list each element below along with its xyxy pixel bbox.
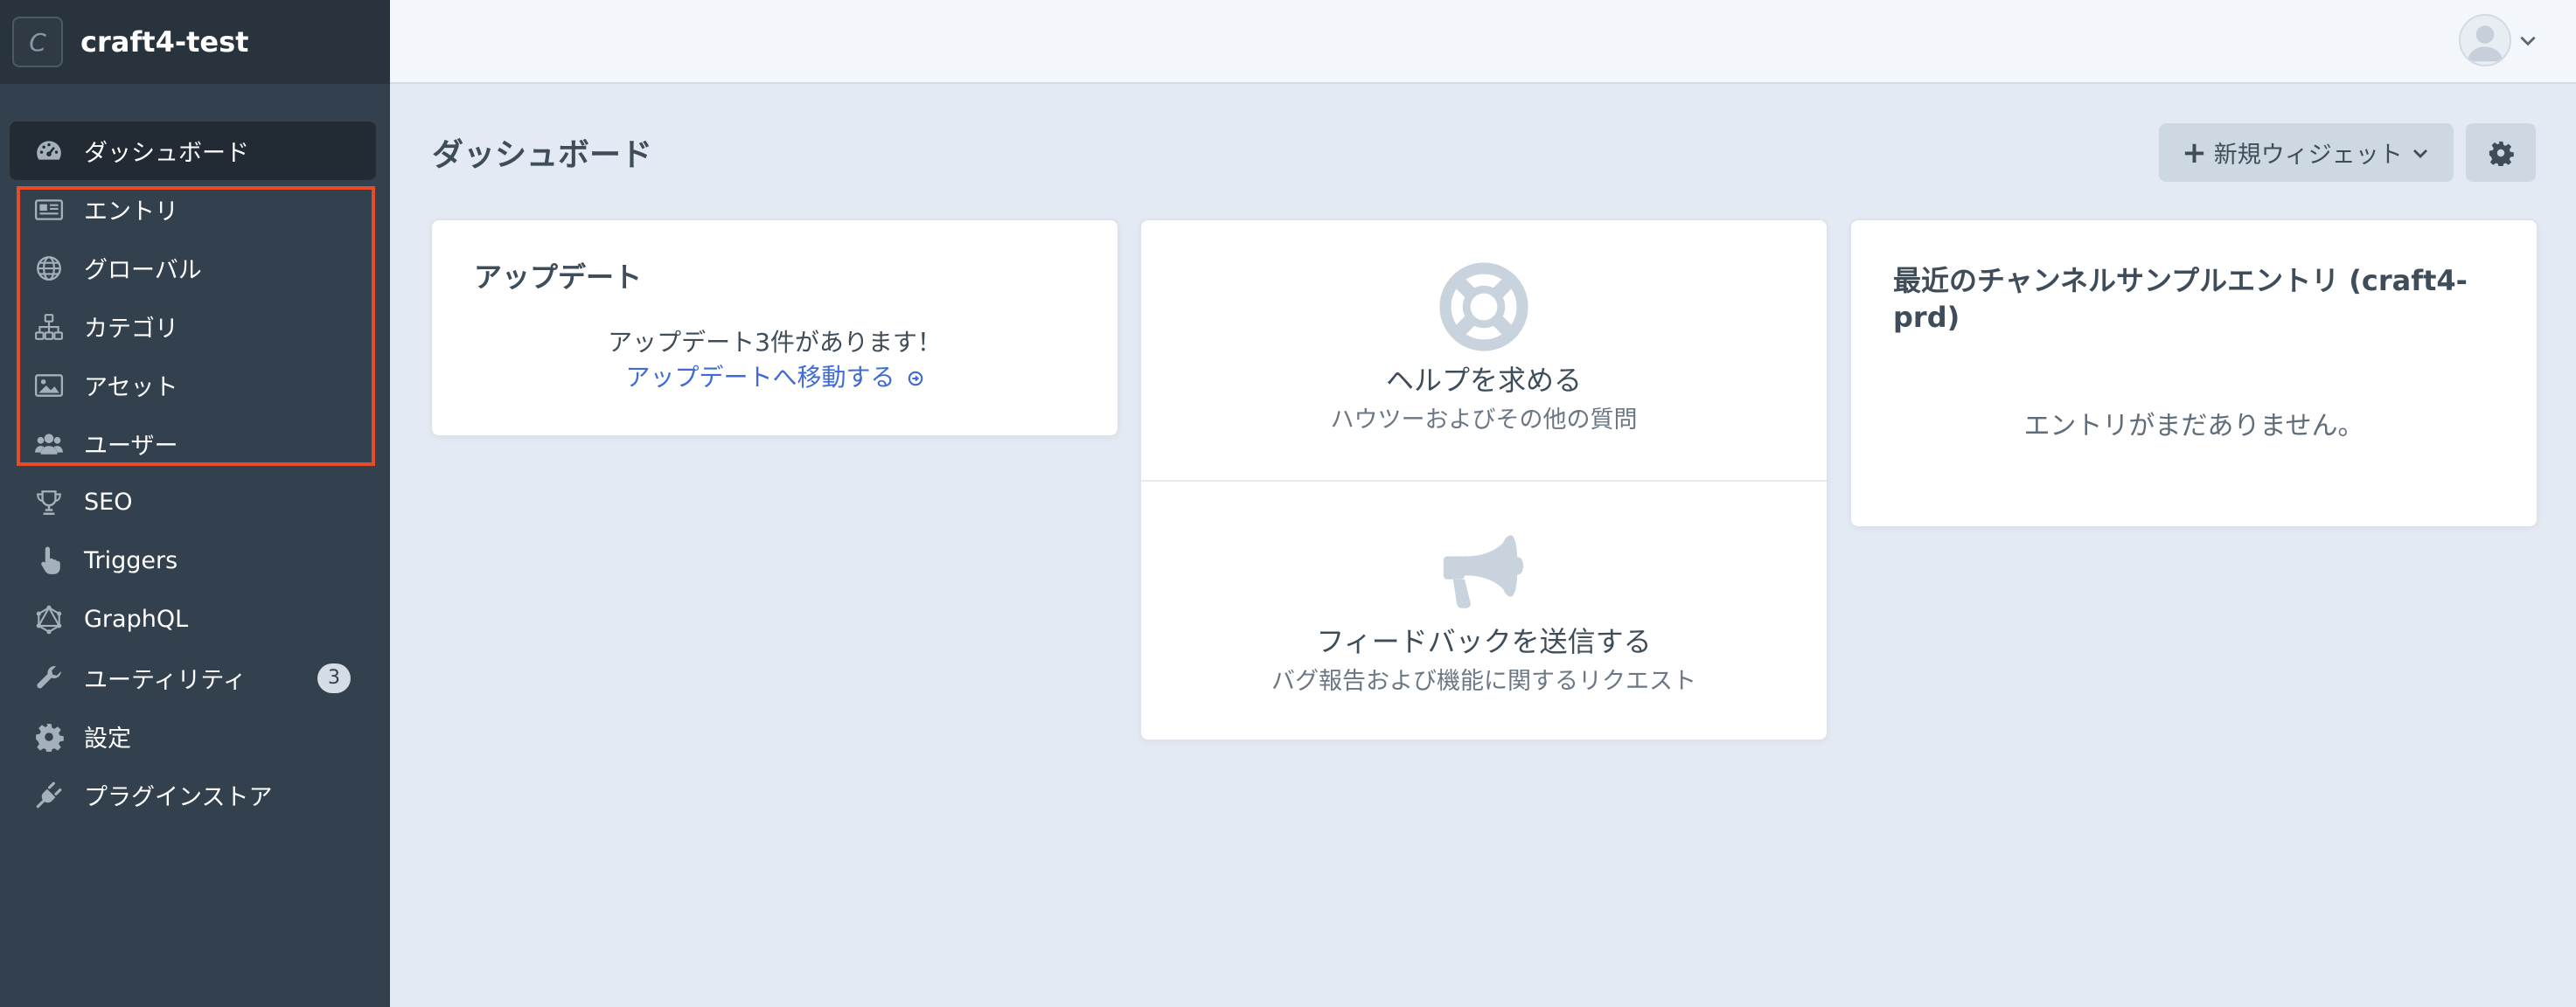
nav-item-settings[interactable]: 設定 — [0, 707, 390, 766]
widget-title: 最近のチャンネルサンプルエントリ (craft4-prd) — [1893, 264, 2468, 334]
feedback-widget: ヘルプを求める ハウツーおよびその他の質問 フィードバックを送信する バグ報告お… — [1141, 220, 1827, 740]
nav-item-label: SEO — [84, 489, 133, 516]
nav-item-graphql[interactable]: GraphQL — [0, 590, 390, 649]
go-to-updates-link[interactable]: アップデートへ移動する — [432, 358, 1117, 393]
lifebuoy-icon — [1439, 262, 1528, 351]
updates-widget: アップデート アップデート3件があります！ アップデートへ移動する — [432, 220, 1117, 435]
chevron-down-icon — [2520, 36, 2536, 46]
dashboard-icon — [33, 135, 65, 167]
get-help-title: ヘルプを求める — [1385, 364, 1582, 397]
empty-message: エントリがまだありません。 — [2023, 411, 2364, 441]
send-feedback-subtitle: バグ報告および機能に関するリクエスト — [1271, 668, 1696, 695]
recent-entries-widget: 最近のチャンネルサンプルエントリ (craft4-prd) エントリがまだありま… — [1851, 220, 2537, 526]
nav-item-seo[interactable]: SEO — [0, 473, 390, 531]
site-logo[interactable]: C — [12, 17, 63, 67]
send-feedback-title: フィードバックを送信する — [1316, 625, 1652, 658]
plug-icon — [33, 780, 65, 811]
updates-message: アップデート3件があります！ — [608, 328, 942, 357]
nav-item-label: エントリ — [84, 198, 178, 226]
nav-item-label: プラグインストア — [84, 784, 273, 811]
trophy-icon — [33, 487, 65, 518]
gear-icon — [2489, 141, 2514, 166]
site-logo-letter: C — [29, 27, 46, 57]
nav-item-label: ユーティリティ — [84, 667, 247, 694]
utilities-badge: 3 — [317, 663, 351, 693]
get-help-subtitle: ハウツーおよびその他の質問 — [1330, 406, 1638, 434]
main-nav: ダッシュボード エントリ グローバル カテゴリ アセット ユーザー SEO Tr… — [0, 122, 390, 824]
user-avatar-icon[interactable] — [2459, 14, 2511, 66]
nav-item-triggers[interactable]: Triggers — [0, 531, 390, 590]
nav-item-label: GraphQL — [84, 606, 189, 633]
nav-item-label: カテゴリ — [84, 316, 178, 343]
nav-item-assets[interactable]: アセット — [0, 356, 390, 414]
nav-item-label: ダッシュボード — [84, 140, 249, 167]
new-widget-label: 新規ウィジェット — [2213, 142, 2403, 169]
nav-item-label: 設定 — [84, 726, 131, 753]
dashboard-settings-button[interactable] — [2466, 123, 2536, 182]
new-widget-button[interactable]: + 新規ウィジェット — [2159, 123, 2454, 182]
gear-icon — [33, 721, 65, 753]
nav-item-label: アセット — [84, 374, 178, 401]
nav-item-globals[interactable]: グローバル — [0, 239, 390, 297]
page-title: ダッシュボード — [432, 137, 653, 173]
sitemap-icon — [33, 311, 65, 343]
nav-item-label: Triggers — [84, 547, 178, 574]
globe-icon — [33, 253, 65, 284]
widget-title: アップデート — [474, 260, 643, 294]
nav-item-users[interactable]: ユーザー — [0, 414, 390, 473]
nav-item-label: ユーザー — [84, 433, 178, 460]
image-icon — [33, 370, 65, 401]
account-menu[interactable] — [2459, 14, 2539, 66]
newspaper-icon — [33, 194, 65, 226]
users-icon — [33, 428, 65, 460]
nav-item-dashboard[interactable]: ダッシュボード — [10, 122, 376, 180]
graphql-icon — [33, 604, 65, 635]
megaphone-icon — [1443, 535, 1524, 608]
arrow-circle-right-icon — [909, 371, 923, 386]
send-feedback-link[interactable]: フィードバックを送信する バグ報告および機能に関するリクエスト — [1141, 480, 1827, 741]
nav-item-categories[interactable]: カテゴリ — [0, 297, 390, 356]
nav-item-plugin-store[interactable]: プラグインストア — [0, 766, 390, 824]
plus-icon: + — [2182, 135, 2207, 170]
nav-item-utilities[interactable]: ユーティリティ 3 — [0, 649, 390, 707]
get-help-link[interactable]: ヘルプを求める ハウツーおよびその他の質問 — [1141, 220, 1827, 480]
chevron-down-icon — [2412, 149, 2427, 158]
updates-link-label: アップデートへ移動する — [625, 363, 895, 392]
nav-item-entries[interactable]: エントリ — [0, 180, 390, 239]
site-header: C craft4-test — [0, 0, 390, 84]
wrench-icon — [33, 663, 65, 694]
sidebar: C craft4-test ダッシュボード エントリ グローバル カテゴリ アセ… — [0, 0, 390, 1007]
pointer-hand-icon — [33, 545, 65, 577]
site-name[interactable]: craft4-test — [80, 25, 248, 59]
top-bar — [390, 0, 2576, 84]
nav-item-label: グローバル — [84, 257, 202, 284]
